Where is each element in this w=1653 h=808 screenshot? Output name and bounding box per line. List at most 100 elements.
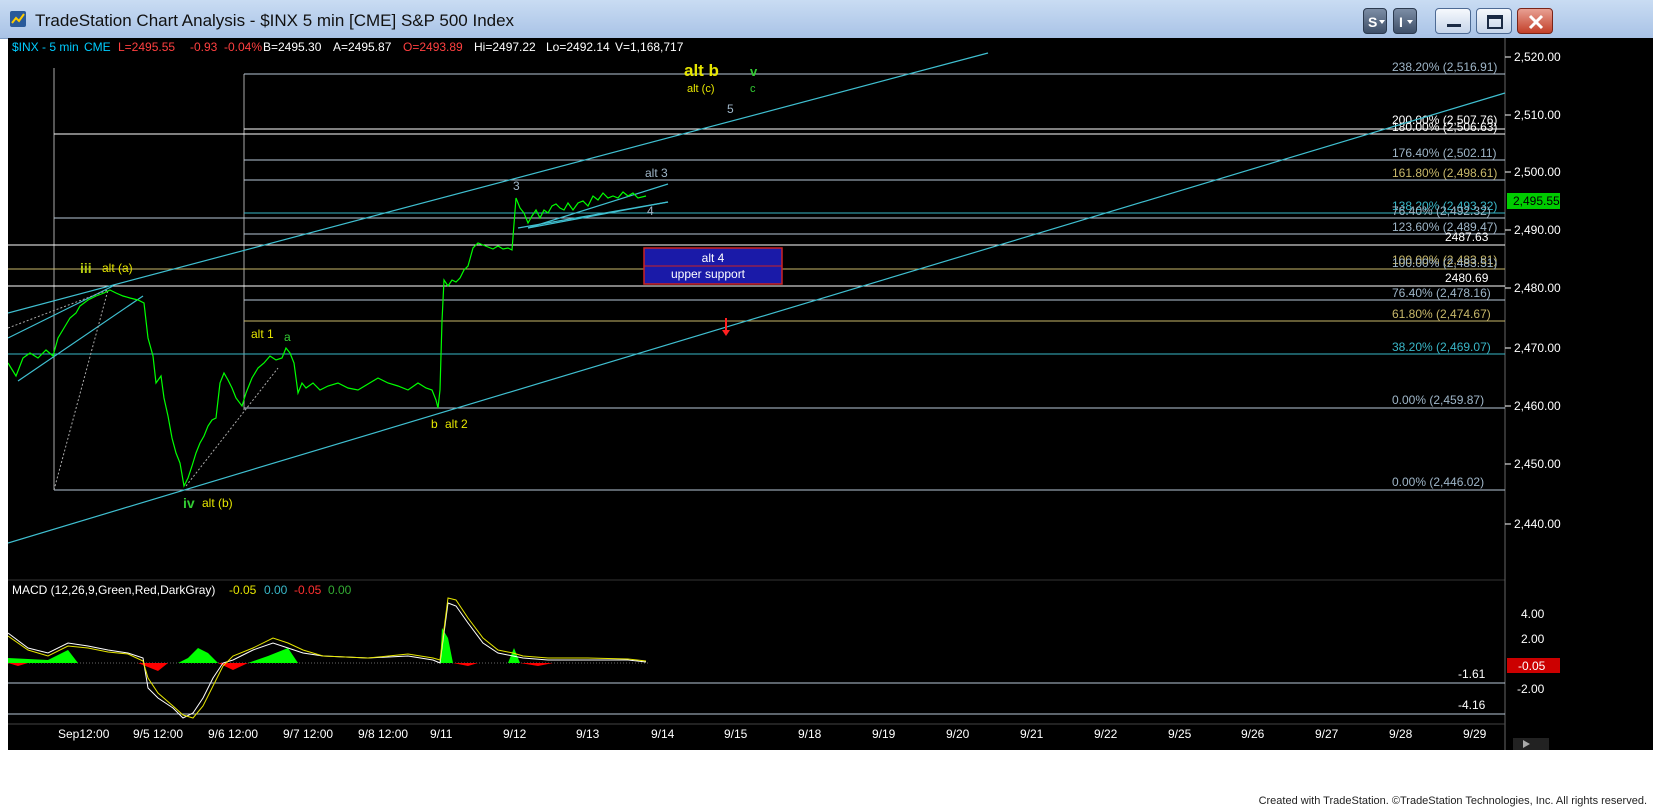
time-tick-18: 9/28 <box>1389 727 1413 741</box>
header-low: Lo=2492.14 <box>546 40 610 54</box>
indicator-menu-label: I <box>1399 14 1403 30</box>
price-tick-2500: 2,500.00 <box>1514 165 1561 179</box>
macd-level-label-1: -1.61 <box>1458 667 1486 681</box>
wave-label-alt-2: alt 2 <box>445 417 468 431</box>
time-tick-11: 9/19 <box>872 727 896 741</box>
wave-label-alt-c: alt (c) <box>687 83 715 95</box>
window-title: TradeStation Chart Analysis - $INX 5 min… <box>35 11 515 30</box>
footer: Created with TradeStation. ©TradeStation… <box>0 750 1653 808</box>
macd-level-label-2: -4.16 <box>1458 698 1486 712</box>
price-tick-2490: 2,490.00 <box>1514 223 1561 237</box>
time-tick-12: 9/20 <box>946 727 970 741</box>
fib-label-76-lower: 76.40% (2,478.16) <box>1392 286 1491 300</box>
chart-window: $INX - 5 min CME L=2495.55 -0.93 -0.04% … <box>7 38 1653 750</box>
macd-tick-2: 2.00 <box>1521 632 1545 646</box>
fib-label-100-blue: 100.00% (2,483.51) <box>1392 256 1497 270</box>
scroll-right-icon[interactable] <box>1513 738 1549 750</box>
time-tick-4: 9/8 12:00 <box>358 727 408 741</box>
header-change-pct: -0.04% <box>224 40 262 54</box>
time-tick-2: 9/6 12:00 <box>208 727 258 741</box>
fib-label-0-upper: 0.00% (2,459.87) <box>1392 393 1484 407</box>
tradestation-app-icon <box>10 11 26 27</box>
symbol-menu-label: S <box>1368 14 1377 30</box>
macd-current-label: -0.05 <box>1518 659 1546 673</box>
time-tick-15: 9/25 <box>1168 727 1192 741</box>
time-tick-19: 9/29 <box>1463 727 1487 741</box>
time-tick-1: 9/5 12:00 <box>133 727 183 741</box>
macd-tick-neg2: -2.00 <box>1517 682 1545 696</box>
time-tick-3: 9/7 12:00 <box>283 727 333 741</box>
fib-label-38: 38.20% (2,469.07) <box>1392 340 1491 354</box>
price-chart[interactable]: $INX - 5 min CME L=2495.55 -0.93 -0.04% … <box>7 38 1653 750</box>
macd-value-4: 0.00 <box>328 583 352 597</box>
price-tick-2470: 2,470.00 <box>1514 341 1561 355</box>
macd-tick-4: 4.00 <box>1521 607 1545 621</box>
header-ask: A=2495.87 <box>333 40 392 54</box>
support-box-line1: alt 4 <box>702 251 725 265</box>
time-tick-16: 9/26 <box>1241 727 1265 741</box>
time-tick-10: 9/18 <box>798 727 822 741</box>
wave-label-5: 5 <box>727 102 734 116</box>
level-label-2480: 2480.69 <box>1445 271 1489 285</box>
time-tick-17: 9/27 <box>1315 727 1339 741</box>
time-tick-14: 9/22 <box>1094 727 1118 741</box>
macd-title: MACD (12,26,9,Green,Red,DarkGray) <box>12 583 215 597</box>
time-tick-0: Sep12:00 <box>58 727 110 741</box>
time-tick-7: 9/13 <box>576 727 600 741</box>
header-change: -0.93 <box>190 40 218 54</box>
fib-label-0-lower: 0.00% (2,446.02) <box>1392 475 1484 489</box>
maximize-button[interactable] <box>1476 8 1512 34</box>
wave-label-alt-b: alt b <box>684 61 719 80</box>
wave-label-alt-a: alt (a) <box>102 261 133 275</box>
maximize-icon <box>1487 15 1503 29</box>
minimize-icon <box>1447 24 1461 27</box>
symbol-menu-button[interactable]: S <box>1363 8 1387 34</box>
fib-label-176: 176.40% (2,502.11) <box>1392 146 1497 160</box>
level-label-2487: 2487.63 <box>1445 230 1489 244</box>
title-bar: TradeStation Chart Analysis - $INX 5 min… <box>0 0 1653 39</box>
close-button[interactable] <box>1517 8 1553 34</box>
header-exchange: CME <box>84 40 111 54</box>
time-tick-13: 9/21 <box>1020 727 1044 741</box>
wave-label-c: c <box>750 83 756 95</box>
wave-label-alt-3: alt 3 <box>645 166 668 180</box>
fib-label-76-upper: 76.40% (2,492.32) <box>1392 204 1491 218</box>
header-bid: B=2495.30 <box>263 40 322 54</box>
macd-value-2: 0.00 <box>264 583 288 597</box>
minimize-button[interactable] <box>1435 8 1471 34</box>
wave-label-b: b <box>431 417 438 431</box>
wave-label-v: v <box>750 64 758 79</box>
support-box-line2: upper support <box>671 267 746 281</box>
current-price-label: 2,495.55 <box>1513 194 1560 208</box>
price-tick-2460: 2,460.00 <box>1514 399 1561 413</box>
fib-label-238: 238.20% (2,516.91) <box>1392 60 1497 74</box>
header-volume: V=1,168,717 <box>615 40 684 54</box>
price-tick-2520: 2,520.00 <box>1514 50 1561 64</box>
wave-label-a: a <box>284 330 291 344</box>
wave-label-4: 4 <box>647 204 654 218</box>
close-icon <box>1528 14 1544 30</box>
wave-label-alt-b-paren: alt (b) <box>202 496 233 510</box>
header-open: O=2493.89 <box>403 40 463 54</box>
price-tick-2440: 2,440.00 <box>1514 517 1561 531</box>
wave-label-iii: iii <box>80 260 92 276</box>
time-tick-6: 9/12 <box>503 727 527 741</box>
alt-4-support-box: alt 4 upper support <box>643 247 783 285</box>
time-tick-8: 9/14 <box>651 727 675 741</box>
time-tick-5: 9/11 <box>430 727 453 741</box>
price-tick-2450: 2,450.00 <box>1514 457 1561 471</box>
header-high: Hi=2497.22 <box>474 40 536 54</box>
price-tick-2480: 2,480.00 <box>1514 281 1561 295</box>
time-tick-9: 9/15 <box>724 727 748 741</box>
header-symbol: $INX - 5 min <box>12 40 79 54</box>
macd-value-3: -0.05 <box>294 583 322 597</box>
price-tick-2510: 2,510.00 <box>1514 108 1561 122</box>
wave-label-iv: iv <box>183 495 195 511</box>
fib-label-161: 161.80% (2,498.61) <box>1392 166 1497 180</box>
copyright-credit: Created with TradeStation. ©TradeStation… <box>1258 795 1647 807</box>
wave-label-alt-1: alt 1 <box>251 327 274 341</box>
fib-label-61: 61.80% (2,474.67) <box>1392 307 1491 321</box>
macd-value-1: -0.05 <box>229 583 257 597</box>
header-last: L=2495.55 <box>118 40 175 54</box>
indicator-menu-button[interactable]: I <box>1393 8 1417 34</box>
